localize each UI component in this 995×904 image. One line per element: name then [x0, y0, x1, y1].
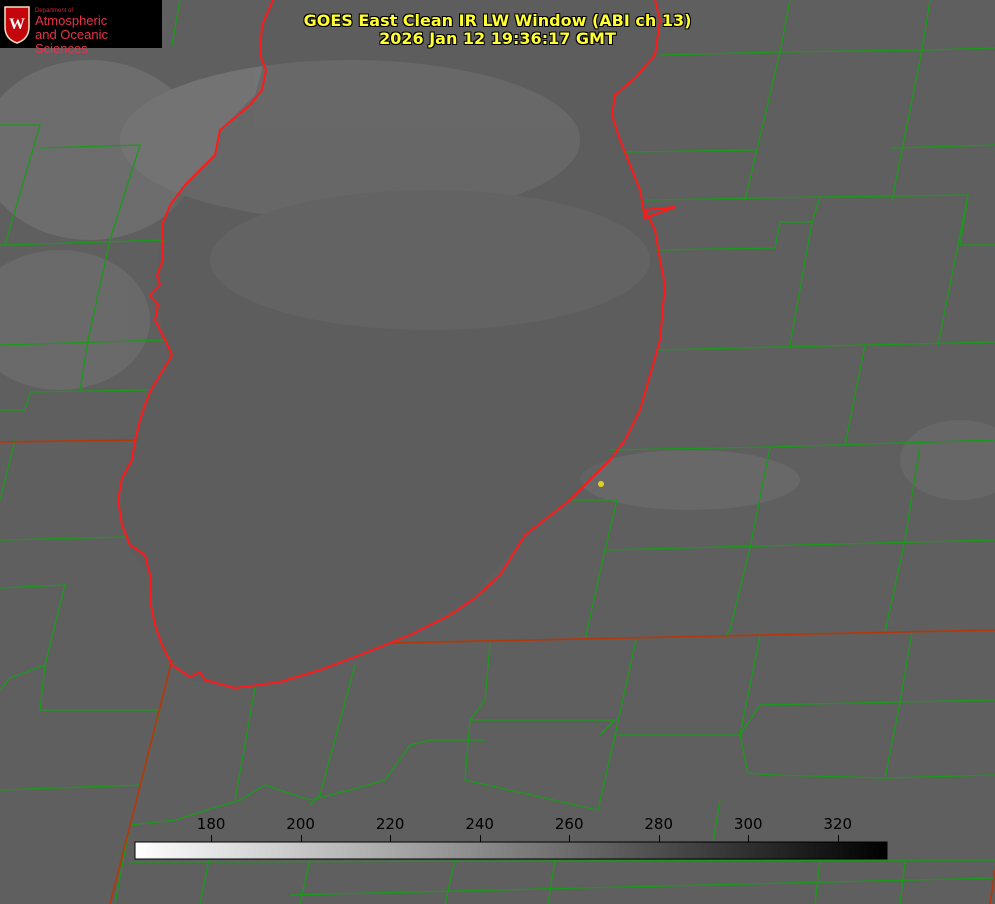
- colorbar-gradient: [134, 841, 888, 860]
- colorbar-tick-label: 180: [196, 815, 226, 833]
- image-title: GOES East Clean IR LW Window (ABI ch 13): [303, 11, 692, 30]
- colorbar-tick-mark: [748, 835, 750, 842]
- colorbar-tick-mark: [300, 835, 302, 842]
- colorbar-tick-mark: [837, 835, 839, 842]
- colorbar-tick-label: 240: [465, 815, 494, 833]
- colorbar-tick-label: 280: [644, 815, 674, 833]
- colorbar-tick-label: 260: [554, 815, 584, 833]
- colorbar-tick-mark: [658, 835, 660, 842]
- station-marker: [598, 481, 604, 487]
- colorbar-tick-mark: [479, 835, 481, 842]
- colorbar-tick-mark: [211, 835, 213, 842]
- colorbar-tick-label: 300: [733, 815, 763, 833]
- colorbar-tick-label: 220: [375, 815, 405, 833]
- colorbar-tick-label: 320: [823, 815, 853, 833]
- colorbar-tick-mark: [390, 835, 392, 842]
- image-timestamp: 2026 Jan 12 19:36:17 GMT: [379, 29, 616, 48]
- colorbar-tick-label: 200: [286, 815, 315, 833]
- satellite-map: [0, 0, 995, 904]
- colorbar-tick-mark: [569, 835, 571, 842]
